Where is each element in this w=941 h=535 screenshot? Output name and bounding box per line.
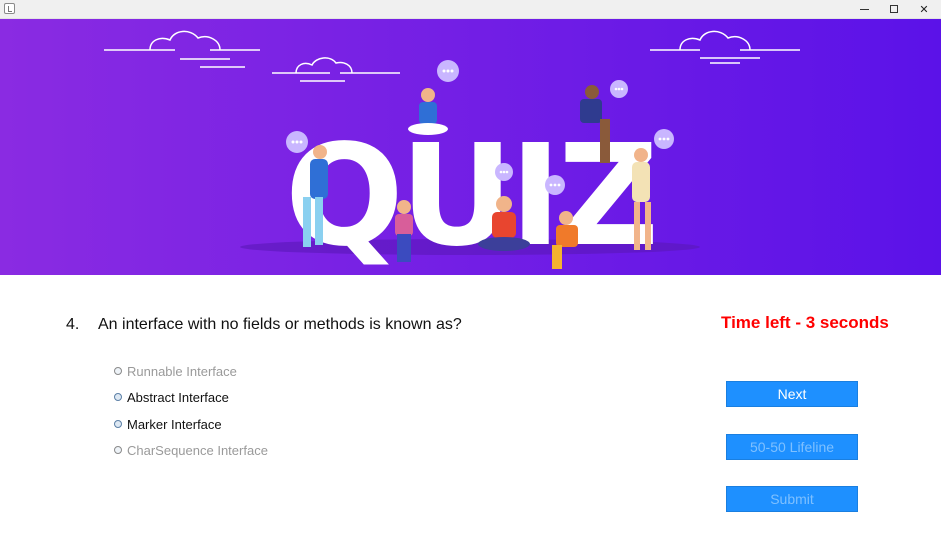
minimize-button[interactable] (849, 0, 879, 18)
fifty-fifty-lifeline-button[interactable]: 50-50 Lifeline (726, 434, 858, 460)
radio-button-icon (114, 367, 122, 375)
close-button[interactable]: ✕ (909, 0, 939, 18)
window-titlebar: ✕ (0, 0, 941, 19)
option-marker-interface[interactable]: Marker Interface (114, 415, 222, 433)
radio-button-icon (114, 420, 122, 428)
submit-button[interactable]: Submit (726, 486, 858, 512)
radio-button-icon (114, 446, 122, 454)
time-left-label: Time left - 3 seconds (721, 313, 889, 332)
option-runnable-interface[interactable]: Runnable Interface (114, 362, 237, 380)
close-icon: ✕ (919, 2, 929, 16)
option-label: Runnable Interface (127, 363, 237, 379)
banner-quiz-title: QUIZ (285, 115, 655, 275)
option-charsequence-interface[interactable]: CharSequence Interface (114, 441, 268, 459)
option-label: Marker Interface (127, 416, 222, 432)
next-button[interactable]: Next (726, 381, 858, 407)
quiz-banner-image: QUIZ (0, 19, 941, 275)
question-text: An interface with no fields or methods i… (98, 316, 462, 333)
question-number: 4. (66, 316, 80, 333)
option-label: CharSequence Interface (127, 442, 268, 458)
radio-button-icon (114, 393, 122, 401)
option-label: Abstract Interface (127, 389, 229, 405)
option-abstract-interface[interactable]: Abstract Interface (114, 388, 229, 406)
maximize-icon (890, 5, 898, 13)
maximize-button[interactable] (879, 0, 909, 18)
minimize-icon (859, 8, 869, 10)
java-app-icon (4, 3, 15, 14)
